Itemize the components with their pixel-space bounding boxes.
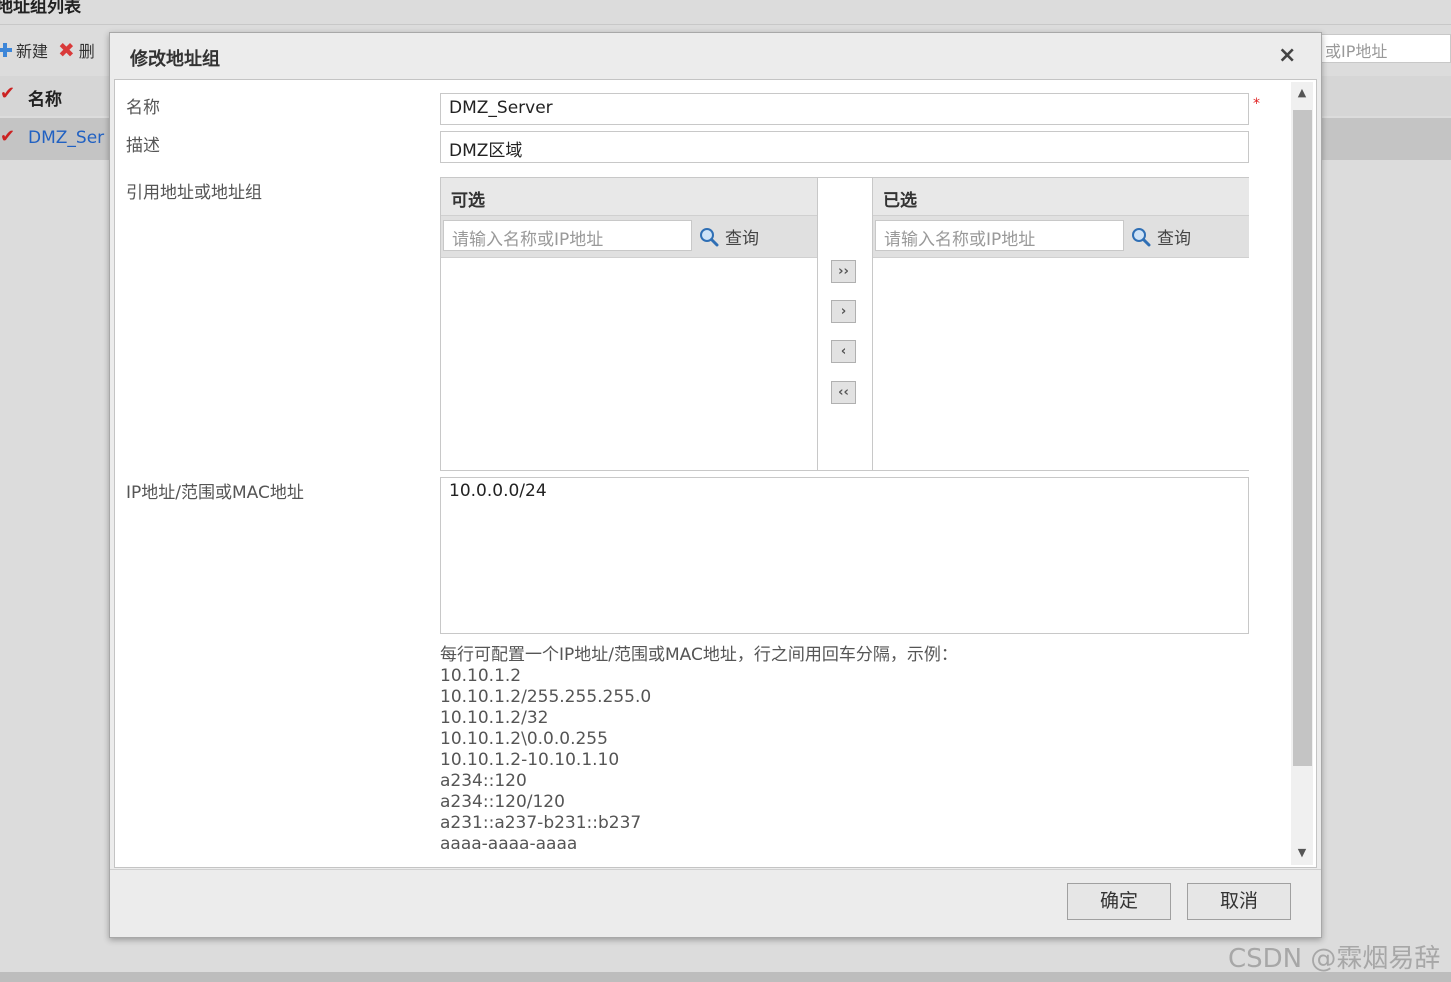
name-field[interactable]: DMZ_Server xyxy=(440,93,1249,125)
reference-label: 引用地址或地址组 xyxy=(126,183,262,203)
available-search-input[interactable]: 请输入名称或IP地址 xyxy=(443,220,692,251)
hint-example: 10.10.1.2 xyxy=(440,666,522,686)
available-list[interactable] xyxy=(441,258,817,470)
hint-example: 10.10.1.2/32 xyxy=(440,708,549,728)
name-label: 名称 xyxy=(126,98,160,118)
footer-divider xyxy=(110,869,1321,870)
select-all-checkbox[interactable]: ✔ xyxy=(0,85,16,103)
hint-intro: 每行可配置一个IP地址/范围或MAC地址，行之间用回车分隔，示例： xyxy=(440,645,958,665)
selected-search-label: 查询 xyxy=(1157,229,1191,249)
delete-icon: ✖ xyxy=(58,38,75,62)
new-button-label: 新建 xyxy=(16,42,49,61)
available-pane: 可选 请输入名称或IP地址 查询 xyxy=(441,178,818,470)
ip-address-label: IP地址/范围或MAC地址 xyxy=(126,483,304,503)
format-hint: 每行可配置一个IP地址/范围或MAC地址，行之间用回车分隔，示例： 10.10.… xyxy=(440,645,958,855)
vertical-scrollbar[interactable]: ▲ ▼ xyxy=(1291,82,1313,865)
move-all-left-button[interactable]: ‹‹ xyxy=(831,381,856,404)
selected-title: 已选 xyxy=(873,178,1249,216)
page-title: 地址组列表 xyxy=(0,0,81,17)
address-picker: 可选 请输入名称或IP地址 查询 ›› › ‹ ‹‹ 已选 请输入名称或IP地址… xyxy=(440,177,1249,471)
cancel-button[interactable]: 取消 xyxy=(1187,883,1291,920)
row-checkbox[interactable]: ✔ xyxy=(0,128,16,146)
hint-example: a234::120 xyxy=(440,771,527,791)
watermark: CSDN @霖烟易辞 xyxy=(1228,944,1441,974)
delete-button-label: 删 xyxy=(78,42,95,61)
available-search-label: 查询 xyxy=(725,229,759,249)
selected-list[interactable] xyxy=(873,258,1249,470)
hint-example: a231::a237-b231::b237 xyxy=(440,813,642,833)
hint-example: aaaa-aaaa-aaaa xyxy=(440,834,578,854)
ip-address-textarea[interactable]: 10.0.0.0/24 xyxy=(440,477,1249,634)
description-label: 描述 xyxy=(126,136,160,156)
scroll-thumb[interactable] xyxy=(1293,110,1312,766)
search-input[interactable]: 或IP地址 xyxy=(1320,34,1451,63)
toolbar: 新建 ✖ 删 xyxy=(0,36,105,64)
hint-example: 10.10.1.2-10.10.1.10 xyxy=(440,750,620,770)
close-icon[interactable]: × xyxy=(1278,43,1296,68)
move-all-right-button[interactable]: ›› xyxy=(831,260,856,283)
delete-button[interactable]: ✖ 删 xyxy=(58,38,95,62)
selected-search-bar: 请输入名称或IP地址 查询 xyxy=(873,216,1249,258)
scroll-up-arrow-icon[interactable]: ▲ xyxy=(1291,82,1313,104)
new-button[interactable]: 新建 xyxy=(0,38,48,62)
row-name-link[interactable]: DMZ_Ser xyxy=(28,128,104,148)
description-field[interactable]: DMZ区域 xyxy=(440,131,1249,163)
search-icon xyxy=(700,227,719,246)
hint-example: 10.10.1.2/255.255.255.0 xyxy=(440,687,652,707)
available-search-button[interactable]: 查询 xyxy=(699,224,759,249)
edit-address-group-dialog: 修改地址组 × 名称 DMZ_Server * 描述 DMZ区域 引用地址或地址… xyxy=(109,32,1322,938)
available-search-bar: 请输入名称或IP地址 查询 xyxy=(441,216,817,258)
search-icon xyxy=(1132,227,1151,246)
move-right-button[interactable]: › xyxy=(831,300,856,323)
column-header-name[interactable]: 名称 xyxy=(28,85,62,110)
ok-button[interactable]: 确定 xyxy=(1067,883,1171,920)
divider xyxy=(0,24,1451,25)
dialog-body: 名称 DMZ_Server * 描述 DMZ区域 引用地址或地址组 可选 请输入… xyxy=(114,79,1317,868)
required-mark: * xyxy=(1253,96,1260,112)
selected-search-input[interactable]: 请输入名称或IP地址 xyxy=(875,220,1124,251)
hint-example: a234::120/120 xyxy=(440,792,565,812)
move-left-button[interactable]: ‹ xyxy=(831,340,856,363)
dialog-title: 修改地址组 xyxy=(130,49,220,70)
selected-pane: 已选 请输入名称或IP地址 查询 xyxy=(872,178,1249,470)
hint-example: 10.10.1.2\0.0.0.255 xyxy=(440,729,608,749)
available-title: 可选 xyxy=(441,178,817,216)
scroll-down-arrow-icon[interactable]: ▼ xyxy=(1291,842,1313,864)
plus-icon xyxy=(0,43,12,57)
selected-search-button[interactable]: 查询 xyxy=(1131,224,1191,249)
move-buttons: ›› › ‹ ‹‹ xyxy=(818,178,872,470)
